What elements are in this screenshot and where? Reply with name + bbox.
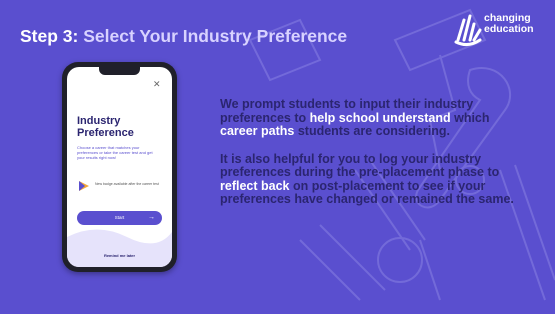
paragraph-2: It is also helpful for you to log your i… <box>220 151 518 207</box>
page-title: Step 3: Select Your Industry Preference <box>20 26 347 47</box>
logo-line2: education <box>484 23 534 35</box>
start-label: Start <box>114 215 125 220</box>
paragraph-1: We prompt students to input their indust… <box>220 97 518 139</box>
app-title-line2: Preference <box>77 127 134 139</box>
title-highlight: Select Your Industry Preference <box>83 26 348 46</box>
remind-later-link[interactable]: Remind me later <box>67 253 172 258</box>
title-prefix: Step 3: <box>20 26 84 46</box>
slide: Step 3: Select Your Industry Preference … <box>0 0 555 314</box>
logo-text: changing education <box>484 13 534 35</box>
phone-screen: ✕ Industry Preference Choose a career th… <box>67 67 172 267</box>
close-icon[interactable]: ✕ <box>153 79 161 90</box>
start-button[interactable]: Start → <box>77 211 162 225</box>
p1-text-e: students are considering. <box>294 124 450 138</box>
p1-highlight-1: help school understand <box>309 110 451 125</box>
app-title: Industry Preference <box>77 115 157 139</box>
phone-mockup: ✕ Industry Preference Choose a career th… <box>62 62 177 272</box>
body-text: We prompt students to input their indust… <box>220 97 518 221</box>
arrow-right-icon: → <box>148 214 155 221</box>
app-title-line1: Industry <box>77 115 121 127</box>
app-description: Choose a career that matches your prefer… <box>77 145 153 160</box>
phone-notch <box>99 67 140 75</box>
p2-highlight: reflect back <box>220 178 290 193</box>
hint-row: New badge available after the career tes… <box>77 179 167 195</box>
p1-text-c: which <box>450 110 490 125</box>
badge-icon <box>79 181 89 191</box>
p2-text-a: It is also helpful for you to log your i… <box>220 151 500 179</box>
hint-text: New badge available after the career tes… <box>95 182 159 186</box>
p1-highlight-2: career paths <box>220 124 295 138</box>
